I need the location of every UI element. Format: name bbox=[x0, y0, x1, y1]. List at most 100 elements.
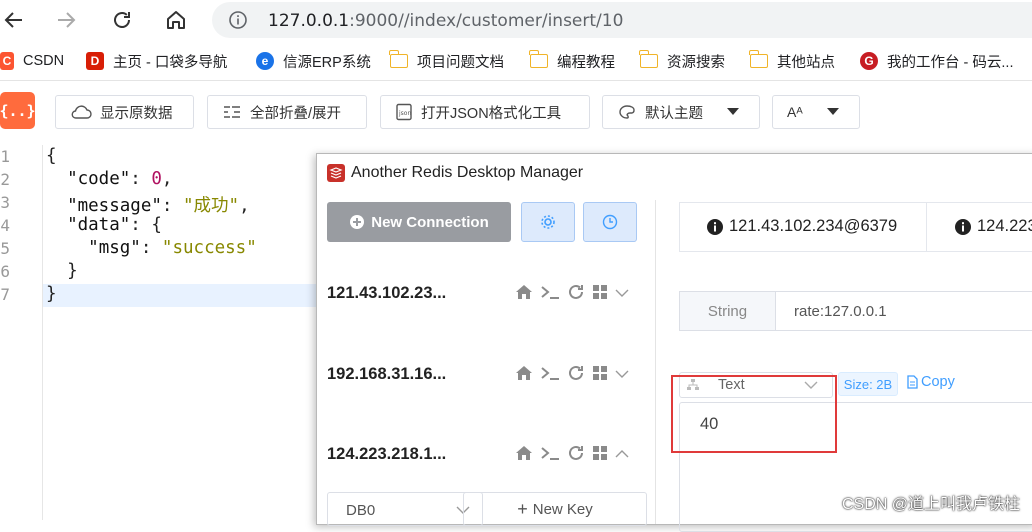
json-key: "message" bbox=[67, 196, 162, 216]
code-line: } bbox=[46, 261, 78, 281]
size-tag: Size: 2B bbox=[838, 372, 898, 396]
address-bar[interactable]: 127.0.0.1:9000//index/customer/insert/10 bbox=[212, 2, 1032, 38]
db-select-value: DB0 bbox=[346, 502, 376, 519]
tab-connection-1[interactable]: 121.43.102.234@6379 bbox=[706, 217, 897, 236]
json-key: "data" bbox=[67, 215, 131, 235]
open-json-tool-button[interactable]: json 打开JSON格式化工具 bbox=[380, 95, 590, 129]
watermark: CSDN @道上叫我卢铁柱 bbox=[841, 496, 1020, 513]
connection-item[interactable]: 121.43.102.23... bbox=[327, 284, 446, 308]
url-text: 127.0.0.1:9000//index/customer/insert/10 bbox=[268, 11, 623, 31]
db-select[interactable]: DB0 bbox=[327, 492, 483, 526]
home-icon[interactable] bbox=[515, 365, 533, 386]
settings-button[interactable] bbox=[521, 202, 575, 242]
new-key-button[interactable]: + New Key bbox=[463, 492, 647, 526]
clock-icon bbox=[602, 214, 618, 230]
show-raw-button[interactable]: 显示原数据 bbox=[55, 95, 194, 129]
site-info-icon[interactable] bbox=[228, 10, 248, 30]
tab-connection-2[interactable]: 124.223 bbox=[954, 217, 1032, 236]
line-number: 5 bbox=[0, 239, 10, 258]
connection-item[interactable]: 192.168.31.16... bbox=[327, 365, 446, 389]
history-button[interactable] bbox=[583, 202, 637, 242]
connection-actions bbox=[515, 282, 629, 306]
code-line: "code": 0, bbox=[67, 169, 173, 189]
json-key: "code" bbox=[67, 169, 131, 189]
pane-divider[interactable] bbox=[655, 200, 656, 524]
grid-icon[interactable] bbox=[592, 445, 608, 466]
active-line-highlight bbox=[43, 284, 318, 307]
back-icon[interactable] bbox=[0, 6, 28, 34]
caret-down-icon bbox=[827, 108, 839, 115]
connection-tabs: 121.43.102.234@6379 124.223 bbox=[679, 202, 1032, 252]
gitee-icon: G bbox=[860, 52, 878, 70]
bookmark-folder-resources[interactable]: 资源搜索 bbox=[639, 50, 725, 71]
bookmarks-bar: C CSDN D 主页 - 口袋多导航 e 信源ERP系统 项目问题文档 编程教程 资… bbox=[0, 42, 1032, 81]
plus-icon: + bbox=[517, 498, 528, 519]
bookmark-folder-project[interactable]: 项目问题文档 bbox=[389, 50, 504, 71]
folder-icon bbox=[529, 50, 548, 68]
home-icon[interactable] bbox=[515, 445, 533, 466]
key-type-label: String bbox=[679, 291, 775, 331]
terminal-icon[interactable] bbox=[540, 445, 560, 466]
redis-manager-window: Another Redis Desktop Manager New Connec… bbox=[316, 153, 1032, 532]
bookmark-label: 我的工作台 - 码云... bbox=[887, 54, 1014, 71]
new-connection-label: New Connection bbox=[371, 213, 489, 231]
home-icon[interactable] bbox=[515, 284, 533, 305]
d-icon: D bbox=[86, 52, 104, 70]
json-file-icon: json bbox=[396, 103, 412, 121]
window-titlebar[interactable]: Another Redis Desktop Manager bbox=[317, 154, 1032, 190]
line-number: 1 bbox=[0, 147, 10, 166]
copy-button[interactable]: Copy bbox=[905, 374, 955, 390]
tab-separator bbox=[926, 203, 927, 251]
refresh-icon[interactable] bbox=[567, 284, 585, 305]
terminal-icon[interactable] bbox=[540, 365, 560, 386]
folder-icon bbox=[389, 50, 408, 68]
home-icon[interactable] bbox=[162, 6, 190, 34]
bookmark-label: 信源ERP系统 bbox=[283, 54, 371, 71]
code-line: "message": "成功", bbox=[67, 196, 250, 216]
terminal-icon[interactable] bbox=[540, 284, 560, 305]
tab-label: 121.43.102.234@6379 bbox=[729, 217, 898, 235]
chevron-up-icon[interactable] bbox=[615, 446, 629, 464]
bookmark-erp[interactable]: e 信源ERP系统 bbox=[256, 51, 371, 71]
bookmark-label: 编程教程 bbox=[557, 54, 615, 71]
connection-item-active[interactable]: 124.223.218.1... bbox=[327, 445, 446, 469]
bookmark-folder-other[interactable]: 其他站点 bbox=[749, 50, 835, 71]
bookmark-csdn[interactable]: C CSDN bbox=[0, 51, 64, 71]
reload-icon[interactable] bbox=[108, 6, 136, 34]
bookmark-label: 主页 - 口袋多导航 bbox=[113, 54, 228, 71]
redis-logo-icon bbox=[327, 164, 345, 182]
font-size-label: Aᴬ bbox=[787, 104, 803, 120]
url-path: :9000//index/customer/insert/10 bbox=[349, 11, 624, 31]
show-raw-label: 显示原数据 bbox=[100, 105, 173, 122]
tab-label: 124.223 bbox=[977, 217, 1032, 235]
json-number-value: 0 bbox=[151, 169, 162, 189]
fold-toggle-button[interactable]: 全部折叠/展开 bbox=[207, 95, 367, 129]
line-number: 3 bbox=[0, 193, 10, 212]
info-icon bbox=[707, 218, 723, 235]
forward-icon[interactable] bbox=[52, 6, 80, 34]
grid-icon[interactable] bbox=[592, 365, 608, 386]
chevron-down-icon[interactable] bbox=[615, 285, 629, 303]
info-icon bbox=[955, 218, 971, 235]
line-number: 7 bbox=[0, 285, 10, 304]
code-line: } bbox=[46, 284, 57, 304]
refresh-icon[interactable] bbox=[567, 445, 585, 466]
theme-select[interactable]: 默认主题 bbox=[602, 95, 760, 129]
annotation-highlight-box bbox=[671, 375, 837, 453]
new-connection-button[interactable]: New Connection bbox=[327, 202, 511, 242]
gear-icon bbox=[541, 215, 555, 229]
grid-icon[interactable] bbox=[592, 284, 608, 305]
csdn-icon: C bbox=[0, 52, 14, 70]
bookmark-folder-tutorial[interactable]: 编程教程 bbox=[529, 50, 615, 71]
bookmark-home-nav[interactable]: D 主页 - 口袋多导航 bbox=[86, 51, 227, 71]
line-number: 6 bbox=[0, 262, 10, 281]
bookmark-label: 其他站点 bbox=[777, 54, 835, 71]
refresh-icon[interactable] bbox=[567, 365, 585, 386]
line-number: 2 bbox=[0, 170, 10, 189]
chevron-down-icon[interactable] bbox=[615, 366, 629, 384]
font-size-select[interactable]: Aᴬ bbox=[772, 95, 860, 129]
json-viewer-logo: {..} bbox=[0, 92, 36, 129]
bookmark-gitee[interactable]: G 我的工作台 - 码云... bbox=[860, 51, 1013, 71]
key-name-input[interactable]: rate:127.0.0.1 bbox=[775, 291, 1032, 331]
code-line: "data": { bbox=[67, 215, 162, 235]
